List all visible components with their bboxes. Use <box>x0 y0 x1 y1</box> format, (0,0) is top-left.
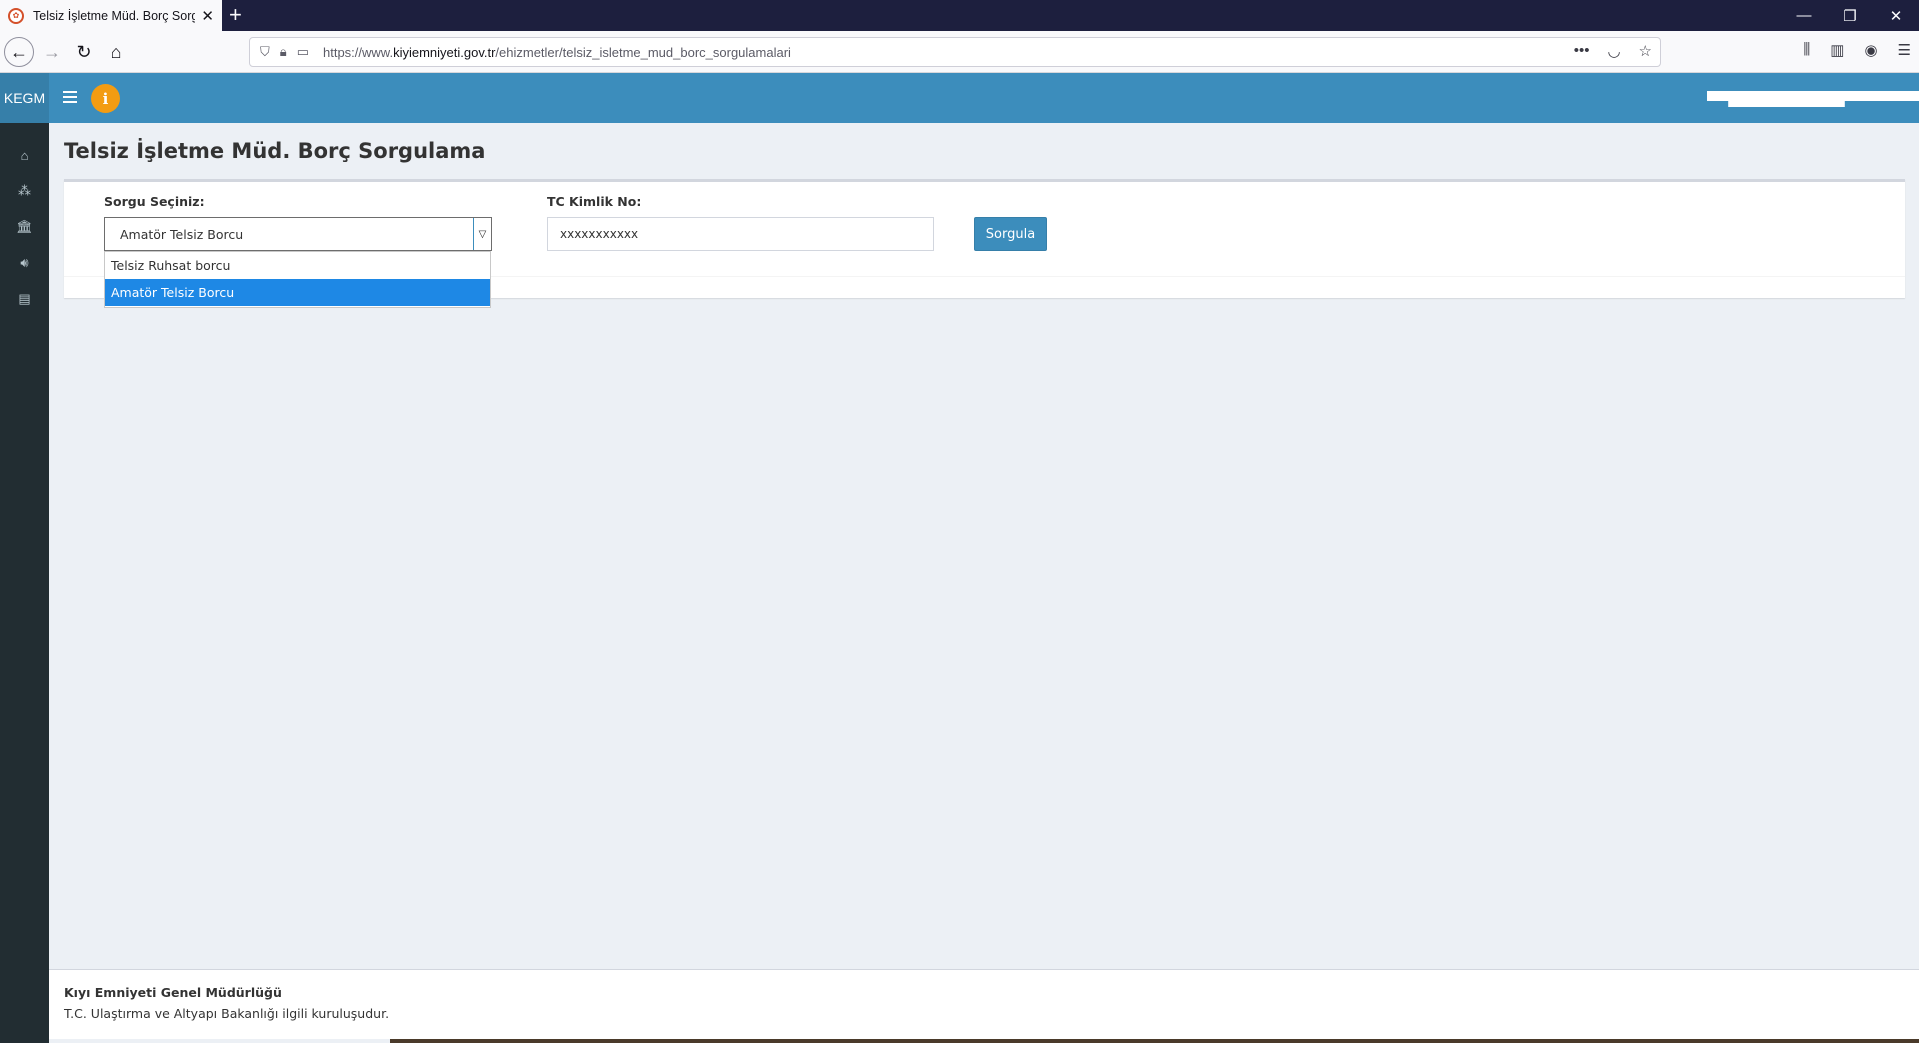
sidebar-item-services[interactable]: ⁂ <box>0 176 49 206</box>
sidebar-item-contact[interactable]: ▤ <box>0 284 49 314</box>
browser-navbar: ← → ↻ ⌂ ⛉ 🔒︎ ▭ https://www.kiyiemniyeti.… <box>0 31 1919 73</box>
page-footer: Kıyı Emniyeti Genel Müdürlüğü T.C. Ulaşt… <box>49 969 1919 1039</box>
url-text: https://www.kiyiemniyeti.gov.tr/ehizmetl… <box>323 45 791 60</box>
minimize-icon[interactable]: — <box>1781 0 1827 31</box>
query-button[interactable]: Sorgula <box>974 217 1047 251</box>
bank-icon: 🏛︎ <box>16 219 33 234</box>
tab-close-icon[interactable]: ✕ <box>201 7 214 25</box>
restore-icon[interactable]: ❐ <box>1827 0 1873 31</box>
back-arrow-icon[interactable]: ← <box>4 37 34 67</box>
shield-icon[interactable]: ⛉ <box>260 44 270 60</box>
sidebar-item-home[interactable]: ⌂ <box>0 140 49 170</box>
footer-note: T.C. Ulaştırma ve Altyapı Bakanlığı ilgi… <box>64 1006 390 1021</box>
site-favicon-icon: ✿ <box>8 7 24 24</box>
tab-title: Telsiz İşletme Müd. Borç Sorgulama <box>33 8 196 23</box>
query-type-dropdown: Telsiz Ruhsat borcu Amatör Telsiz Borcu <box>104 251 491 308</box>
url-domain: kiyiemniyeti.gov.tr <box>393 44 496 60</box>
sidebar-item-announcements[interactable]: 🔊︎ <box>0 248 49 278</box>
query-option-amator[interactable]: Amatör Telsiz Borcu <box>105 279 490 306</box>
footer-org: Kıyı Emniyeti Genel Müdürlüğü <box>64 985 282 1000</box>
query-type-select[interactable]: Amatör Telsiz Borcu ▽ <box>104 217 492 251</box>
browser-titlebar: ✿ Telsiz İşletme Müd. Borç Sorgulama ✕ +… <box>0 0 1919 31</box>
browser-tab[interactable]: ✿ Telsiz İşletme Müd. Borç Sorgulama ✕ <box>0 0 222 31</box>
query-option-ruhsat[interactable]: Telsiz Ruhsat borcu <box>105 252 490 279</box>
tc-kimlik-input[interactable]: xxxxxxxxxxx <box>547 217 934 251</box>
id-card-icon: ▤ <box>18 291 31 306</box>
bookmark-star-icon[interactable]: ☆ <box>1639 42 1652 60</box>
forward-arrow-icon[interactable]: → <box>37 37 67 67</box>
info-icon[interactable]: i <box>91 84 120 113</box>
window-close-icon[interactable]: ✕ <box>1873 0 1919 31</box>
sidebar-toggle-icon[interactable]: ▥ <box>1830 41 1844 59</box>
volume-icon: 🔊︎ <box>20 255 29 270</box>
permissions-icon[interactable]: ▭ <box>297 44 309 60</box>
query-type-selected-value: Amatör Telsiz Borcu <box>120 226 244 242</box>
account-icon[interactable]: ◉ <box>1864 41 1877 59</box>
brand-logo[interactable]: KEGM <box>0 73 49 123</box>
query-type-label: Sorgu Seçiniz: <box>104 194 205 209</box>
menu-icon[interactable]: ☰ <box>1898 41 1911 59</box>
address-bar[interactable]: ⛉ 🔒︎ ▭ https://www.kiyiemniyeti.gov.tr/e… <box>249 37 1661 67</box>
url-prefix: https://www. <box>322 44 394 60</box>
tc-label: TC Kimlik No: <box>547 194 642 209</box>
sidebar-toggle-hamburger-icon[interactable] <box>63 88 77 108</box>
window-controls: — ❐ ✕ <box>1781 0 1919 31</box>
library-icon[interactable]: ⫼ <box>1803 41 1810 59</box>
sidebar-item-institution[interactable]: 🏛︎ <box>0 212 49 242</box>
main-sidebar: ⌂ ⁂ 🏛︎ 🔊︎ ▤ <box>0 123 49 1043</box>
page-title: Telsiz İşletme Müd. Borç Sorgulama <box>64 139 486 163</box>
page-actions-icon[interactable]: ••• <box>1574 42 1590 60</box>
site-header: KEGM i <box>0 73 1919 123</box>
cubes-icon: ⁂ <box>18 183 31 198</box>
taskbar-strip <box>390 1039 1919 1043</box>
reload-icon[interactable]: ↻ <box>69 37 99 67</box>
lock-icon[interactable]: 🔒︎ <box>280 44 287 60</box>
home-icon: ⌂ <box>20 147 29 163</box>
url-path: /ehizmetler/telsiz_isletme_mud_borc_sorg… <box>495 44 791 60</box>
home-icon[interactable]: ⌂ <box>101 37 131 67</box>
new-tab-icon[interactable]: + <box>229 3 242 27</box>
chevron-down-icon[interactable]: ▽ <box>473 218 491 250</box>
user-menu[interactable] <box>1707 91 1919 107</box>
pocket-icon[interactable]: ◡ <box>1607 42 1620 60</box>
